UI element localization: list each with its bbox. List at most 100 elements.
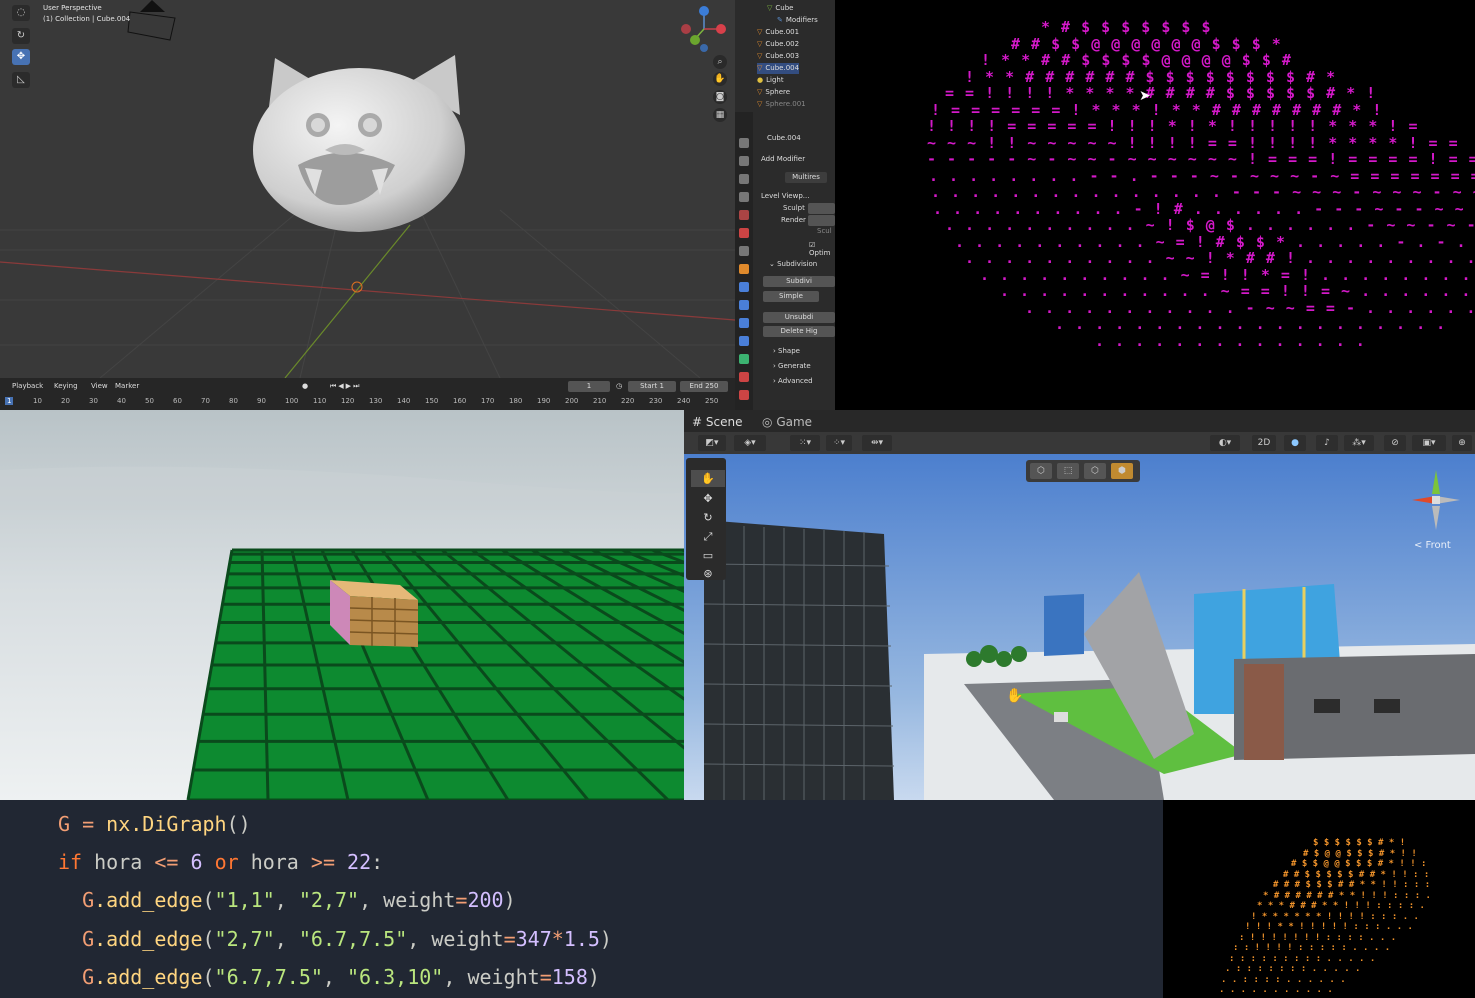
constraints-tab-icon[interactable] bbox=[739, 336, 749, 346]
sculpt-base-checkbox[interactable]: Scul bbox=[817, 227, 832, 235]
tab-scene[interactable]: # Scene bbox=[692, 413, 742, 432]
unity-scene-view[interactable]: ✋ ✥ ↻ ⤢ ▭ ⊛ ⬡ ⬚ ⬡ ⬢ < Front ✋ bbox=[684, 454, 1475, 800]
grid-snap-dropdown[interactable]: ⁙▾ bbox=[790, 435, 820, 451]
physics-tab-icon[interactable] bbox=[739, 318, 749, 328]
marker-menu[interactable]: Marker bbox=[115, 382, 139, 390]
outliner-item[interactable]: ● Light bbox=[757, 75, 784, 86]
level-viewport-label: Level Viewp... bbox=[761, 192, 810, 200]
blender-window: User Perspective (1) Collection | Cube.0… bbox=[0, 0, 835, 410]
material-tab-icon[interactable] bbox=[739, 372, 749, 382]
gizmo-view-label[interactable]: < Front bbox=[1414, 540, 1451, 551]
optimal-display-checkbox[interactable]: ☑ Optim bbox=[809, 241, 835, 257]
outliner-item[interactable]: ▽ Cube.002 bbox=[757, 39, 799, 50]
orientation-gizmo[interactable] bbox=[1406, 464, 1466, 534]
pan-hand-icon[interactable]: ✋ bbox=[713, 72, 727, 86]
ascii-row: # $ @ @ $ $ $ # * ! ! bbox=[1303, 848, 1417, 859]
blender-3d-viewport[interactable]: User Perspective (1) Collection | Cube.0… bbox=[0, 0, 735, 378]
object-tab-icon[interactable] bbox=[739, 264, 749, 274]
collection-tab-icon[interactable] bbox=[739, 246, 749, 256]
tool-tab-icon[interactable] bbox=[739, 138, 749, 148]
outliner-item[interactable]: ▽ Sphere bbox=[757, 87, 790, 98]
subdivide-button[interactable]: Subdivi bbox=[763, 276, 835, 287]
outliner-item[interactable]: ▽ Cube bbox=[767, 3, 793, 14]
subdivision-panel-header[interactable]: ⌄ Subdivision bbox=[769, 260, 817, 268]
camera-view-icon[interactable]: ◙ bbox=[713, 90, 727, 104]
rotate-tool-icon[interactable]: ↻ bbox=[12, 28, 30, 44]
grid-view-icon[interactable]: ▦ bbox=[713, 108, 727, 122]
zoom-icon[interactable]: ⌕ bbox=[713, 55, 727, 69]
snap-increment-dropdown[interactable]: ⁘▾ bbox=[826, 435, 852, 451]
box-tool-icon[interactable]: ⬡ bbox=[1084, 463, 1106, 479]
delete-higher-button[interactable]: Delete Hig bbox=[763, 326, 835, 337]
start-frame-field[interactable]: Start 1 bbox=[628, 381, 676, 392]
playback-controls[interactable]: ⏮◀▶⏭ bbox=[330, 382, 361, 391]
code-token: or bbox=[214, 850, 251, 874]
tab-game[interactable]: ◎ Game bbox=[762, 413, 812, 432]
hidden-objects-icon[interactable]: ⊘ bbox=[1384, 435, 1406, 451]
orange-cube-icon[interactable]: ⬢ bbox=[1111, 463, 1133, 479]
rect-tool-icon[interactable]: ▭ bbox=[691, 547, 725, 564]
outliner-item[interactable]: ▽ Sphere.001 bbox=[757, 99, 806, 110]
code-token: weight bbox=[431, 927, 504, 951]
outliner-item[interactable]: ▽ Cube.001 bbox=[757, 27, 799, 38]
scale-tool-icon[interactable]: ⤢ bbox=[691, 528, 725, 545]
scene-tab-icon[interactable] bbox=[739, 210, 749, 220]
mouse-cursor-icon: ➤ bbox=[1139, 88, 1151, 104]
hand-tool-icon[interactable]: ✋ bbox=[691, 470, 725, 487]
measure-tool-icon[interactable]: ◺ bbox=[12, 72, 30, 88]
light-bulb-icon[interactable]: ● bbox=[1284, 435, 1306, 451]
add-modifier-button[interactable]: Add Modifier bbox=[761, 155, 805, 163]
rotate-tool-icon[interactable]: ↻ bbox=[691, 509, 725, 526]
mesh-icon: ▽ bbox=[757, 100, 763, 108]
modifier-tab-icon[interactable] bbox=[739, 282, 749, 292]
modifier-name-field[interactable]: Multires bbox=[785, 172, 827, 183]
playback-menu[interactable]: Playback bbox=[12, 382, 43, 390]
timeline-tick: 100 bbox=[285, 397, 299, 405]
navigation-gizmo[interactable] bbox=[680, 4, 730, 54]
gizmos-icon[interactable]: ⊕ bbox=[1452, 435, 1472, 451]
end-frame-field[interactable]: End 250 bbox=[680, 381, 728, 392]
sculpt-level-field[interactable] bbox=[808, 203, 835, 214]
camera-settings-dropdown[interactable]: ▣▾ bbox=[1412, 435, 1446, 451]
render-level-field[interactable] bbox=[808, 215, 835, 226]
effects-dropdown[interactable]: ⁂▾ bbox=[1344, 435, 1374, 451]
advanced-panel-header[interactable]: › Advanced bbox=[773, 377, 813, 385]
audio-mute-icon[interactable]: ♪ bbox=[1316, 435, 1338, 451]
outliner-item[interactable]: ✎ Modifiers bbox=[777, 15, 818, 26]
generate-panel-header[interactable]: › Generate bbox=[773, 362, 811, 370]
rect-select-icon[interactable]: ⬚ bbox=[1057, 463, 1079, 479]
transform-tool-icon[interactable]: ✥ bbox=[12, 49, 30, 65]
lighting-dropdown[interactable]: ◐▾ bbox=[1210, 435, 1240, 451]
record-button[interactable]: ● bbox=[302, 382, 308, 390]
output-tab-icon[interactable] bbox=[739, 174, 749, 184]
data-tab-icon[interactable] bbox=[739, 354, 749, 364]
cube-view-icon[interactable]: ⬡ bbox=[1030, 463, 1052, 479]
voxel-game-view[interactable] bbox=[0, 410, 684, 800]
timeline-tick: 130 bbox=[369, 397, 383, 405]
mode-2d-toggle[interactable]: 2D bbox=[1252, 435, 1276, 451]
particles-tab-icon[interactable] bbox=[739, 300, 749, 310]
view-menu[interactable]: View bbox=[91, 382, 108, 390]
move-tool-icon[interactable]: ✥ bbox=[691, 490, 725, 507]
keying-menu[interactable]: Keying bbox=[54, 382, 78, 390]
transform-tool-icon[interactable]: ⊛ bbox=[691, 565, 725, 582]
shape-panel-header[interactable]: › Shape bbox=[773, 347, 800, 355]
shading-dropdown[interactable]: ◈▾ bbox=[734, 435, 766, 451]
texture-tab-icon[interactable] bbox=[739, 390, 749, 400]
world-tab-icon[interactable] bbox=[739, 228, 749, 238]
ascii-row: * # $ $ $ $ $ $ $ bbox=[1041, 18, 1212, 36]
unsubdivide-button[interactable]: Unsubdi bbox=[763, 312, 835, 323]
timeline-tick: 240 bbox=[677, 397, 691, 405]
view-layer-tab-icon[interactable] bbox=[739, 192, 749, 202]
current-frame-field[interactable]: 1 bbox=[568, 381, 610, 392]
simple-button[interactable]: Simple bbox=[763, 291, 819, 302]
code-token: : bbox=[371, 850, 384, 874]
code-token: weight bbox=[467, 965, 540, 989]
align-dropdown[interactable]: ⇹▾ bbox=[862, 435, 892, 451]
outliner-item[interactable]: ▽ Cube.003 bbox=[757, 51, 799, 62]
select-tool-icon[interactable]: ◌ bbox=[12, 5, 30, 21]
outliner-item-selected[interactable]: ▽ Cube.004 bbox=[757, 63, 800, 74]
code-editor[interactable]: G = nx.DiGraph() if hora <= 6 or hora >=… bbox=[0, 800, 1163, 998]
render-tab-icon[interactable] bbox=[739, 156, 749, 166]
draw-mode-dropdown[interactable]: ◩▾ bbox=[698, 435, 726, 451]
